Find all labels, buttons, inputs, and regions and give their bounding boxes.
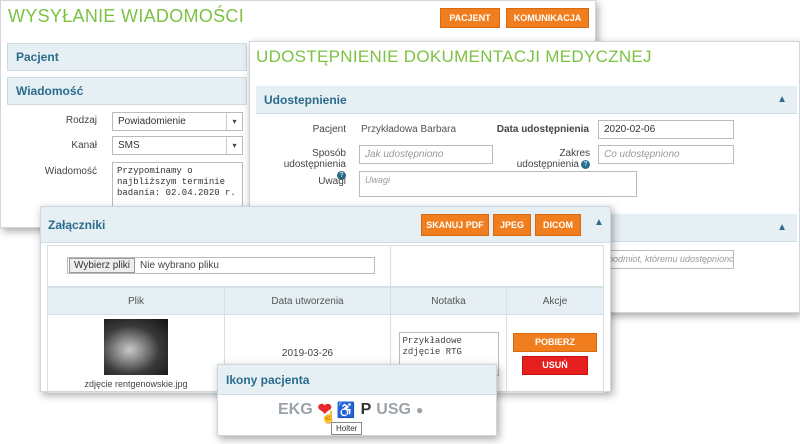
patient-button[interactable]: PACJENT [440, 8, 500, 28]
file-name[interactable]: zdjęcie rentgenowskie.jpg [48, 379, 224, 389]
p-icon-label[interactable]: P [361, 401, 372, 419]
holter-tooltip: Holter [331, 422, 363, 435]
patient-icons-row: EKG ❤ ♿ P USG ● [278, 400, 423, 420]
share-method-label-line1: Sposób [312, 148, 346, 159]
share-date-input[interactable]: 2020-02-06 [598, 120, 734, 139]
patient-icons-window: Ikony pacjenta EKG ❤ ♿ P USG ● ☝ Holter [217, 364, 497, 436]
column-header-file: Plik [47, 287, 225, 315]
share-method-label-line2: udostępnienia [283, 159, 346, 170]
share-scope-label-line2: udostępnienia [516, 159, 579, 170]
usg-icon-label[interactable]: USG [376, 401, 411, 419]
dicom-button[interactable]: DICOM [535, 214, 581, 236]
chevron-down-icon: ▾ [226, 113, 242, 130]
share-patient-label: Pacjent [312, 124, 346, 135]
column-header-actions: Akcje [506, 287, 604, 315]
type-select[interactable]: Powiadomienie ▾ [112, 112, 243, 131]
ekg-icon-label[interactable]: EKG [278, 401, 313, 419]
share-docs-title: UDOSTĘPNIENIE DOKUMENTACJI MEDYCZNEJ [256, 47, 652, 66]
communication-button[interactable]: KOMUNIKACJA [506, 8, 589, 28]
file-status: Nie wybrano pliku [140, 260, 219, 271]
channel-select[interactable]: SMS ▾ [112, 136, 243, 155]
delete-button[interactable]: USUŃ [522, 355, 588, 375]
wheelchair-icon[interactable]: ♿ [337, 401, 356, 419]
chevron-up-icon[interactable]: ▲ [594, 217, 604, 228]
channel-label: Kanał [71, 140, 97, 151]
type-label: Rodzaj [65, 115, 97, 126]
chevron-up-icon[interactable]: ▲ [777, 94, 787, 105]
recipient-input[interactable]: podmiot, któremu udostępniono c [602, 250, 734, 269]
message-label: Wiadomość [44, 166, 97, 177]
file-picker[interactable]: Wybierz pliki Nie wybrano pliku [67, 257, 375, 274]
download-button[interactable]: POBIERZ [513, 332, 597, 352]
share-section-label: Udostepnienie [264, 92, 347, 107]
share-scope-label: Zakres udostępnienia? [512, 148, 590, 170]
upload-divider [390, 246, 391, 286]
type-select-value: Powiadomienie [118, 116, 186, 127]
help-icon[interactable]: ? [581, 159, 590, 169]
xray-thumbnail[interactable] [104, 318, 168, 375]
chevron-up-icon[interactable]: ▲ [777, 222, 787, 233]
actions-cell: POBIERZ USUŃ [506, 314, 604, 393]
patient-icons-header: Ikony pacjenta [218, 365, 496, 395]
jpeg-button[interactable]: JPEG [493, 214, 531, 236]
patient-section-header[interactable]: Pacjent [7, 43, 247, 71]
share-notes-label: Uwagi [318, 176, 346, 187]
share-notes-textarea[interactable]: Uwagi [359, 171, 637, 197]
file-cell: zdjęcie rentgenowskie.jpg [47, 314, 225, 393]
share-scope-label-line1: Zakres [559, 148, 590, 159]
table-header-row: Plik Data utworzenia Notatka Akcje [47, 287, 604, 315]
choose-files-button[interactable]: Wybierz pliki [69, 258, 136, 273]
share-date-label: Data udostępnienia [496, 124, 589, 135]
column-header-note: Notatka [390, 287, 507, 315]
upload-row: Wybierz pliki Nie wybrano pliku [47, 245, 604, 287]
share-scope-label-line2-wrap: udostępnienia? [512, 159, 590, 170]
globe-icon[interactable]: ● [416, 403, 423, 417]
attachments-title: Załączniki [48, 217, 106, 232]
share-method-input[interactable]: Jak udostępniono [359, 145, 493, 164]
share-section-header[interactable]: Udostepnienie ▲ [256, 86, 797, 114]
share-scope-input[interactable]: Co udostępniono [598, 145, 734, 164]
column-header-date: Data utworzenia [224, 287, 391, 315]
send-message-title: WYSYŁANIE WIADOMOŚCI [8, 6, 245, 26]
channel-select-value: SMS [118, 140, 140, 151]
scan-pdf-button[interactable]: SKANUJ PDF [421, 214, 489, 236]
chevron-down-icon: ▾ [226, 137, 242, 154]
share-patient-value: Przykładowa Barbara [361, 124, 457, 135]
message-section-header[interactable]: Wiadomość [7, 77, 247, 105]
